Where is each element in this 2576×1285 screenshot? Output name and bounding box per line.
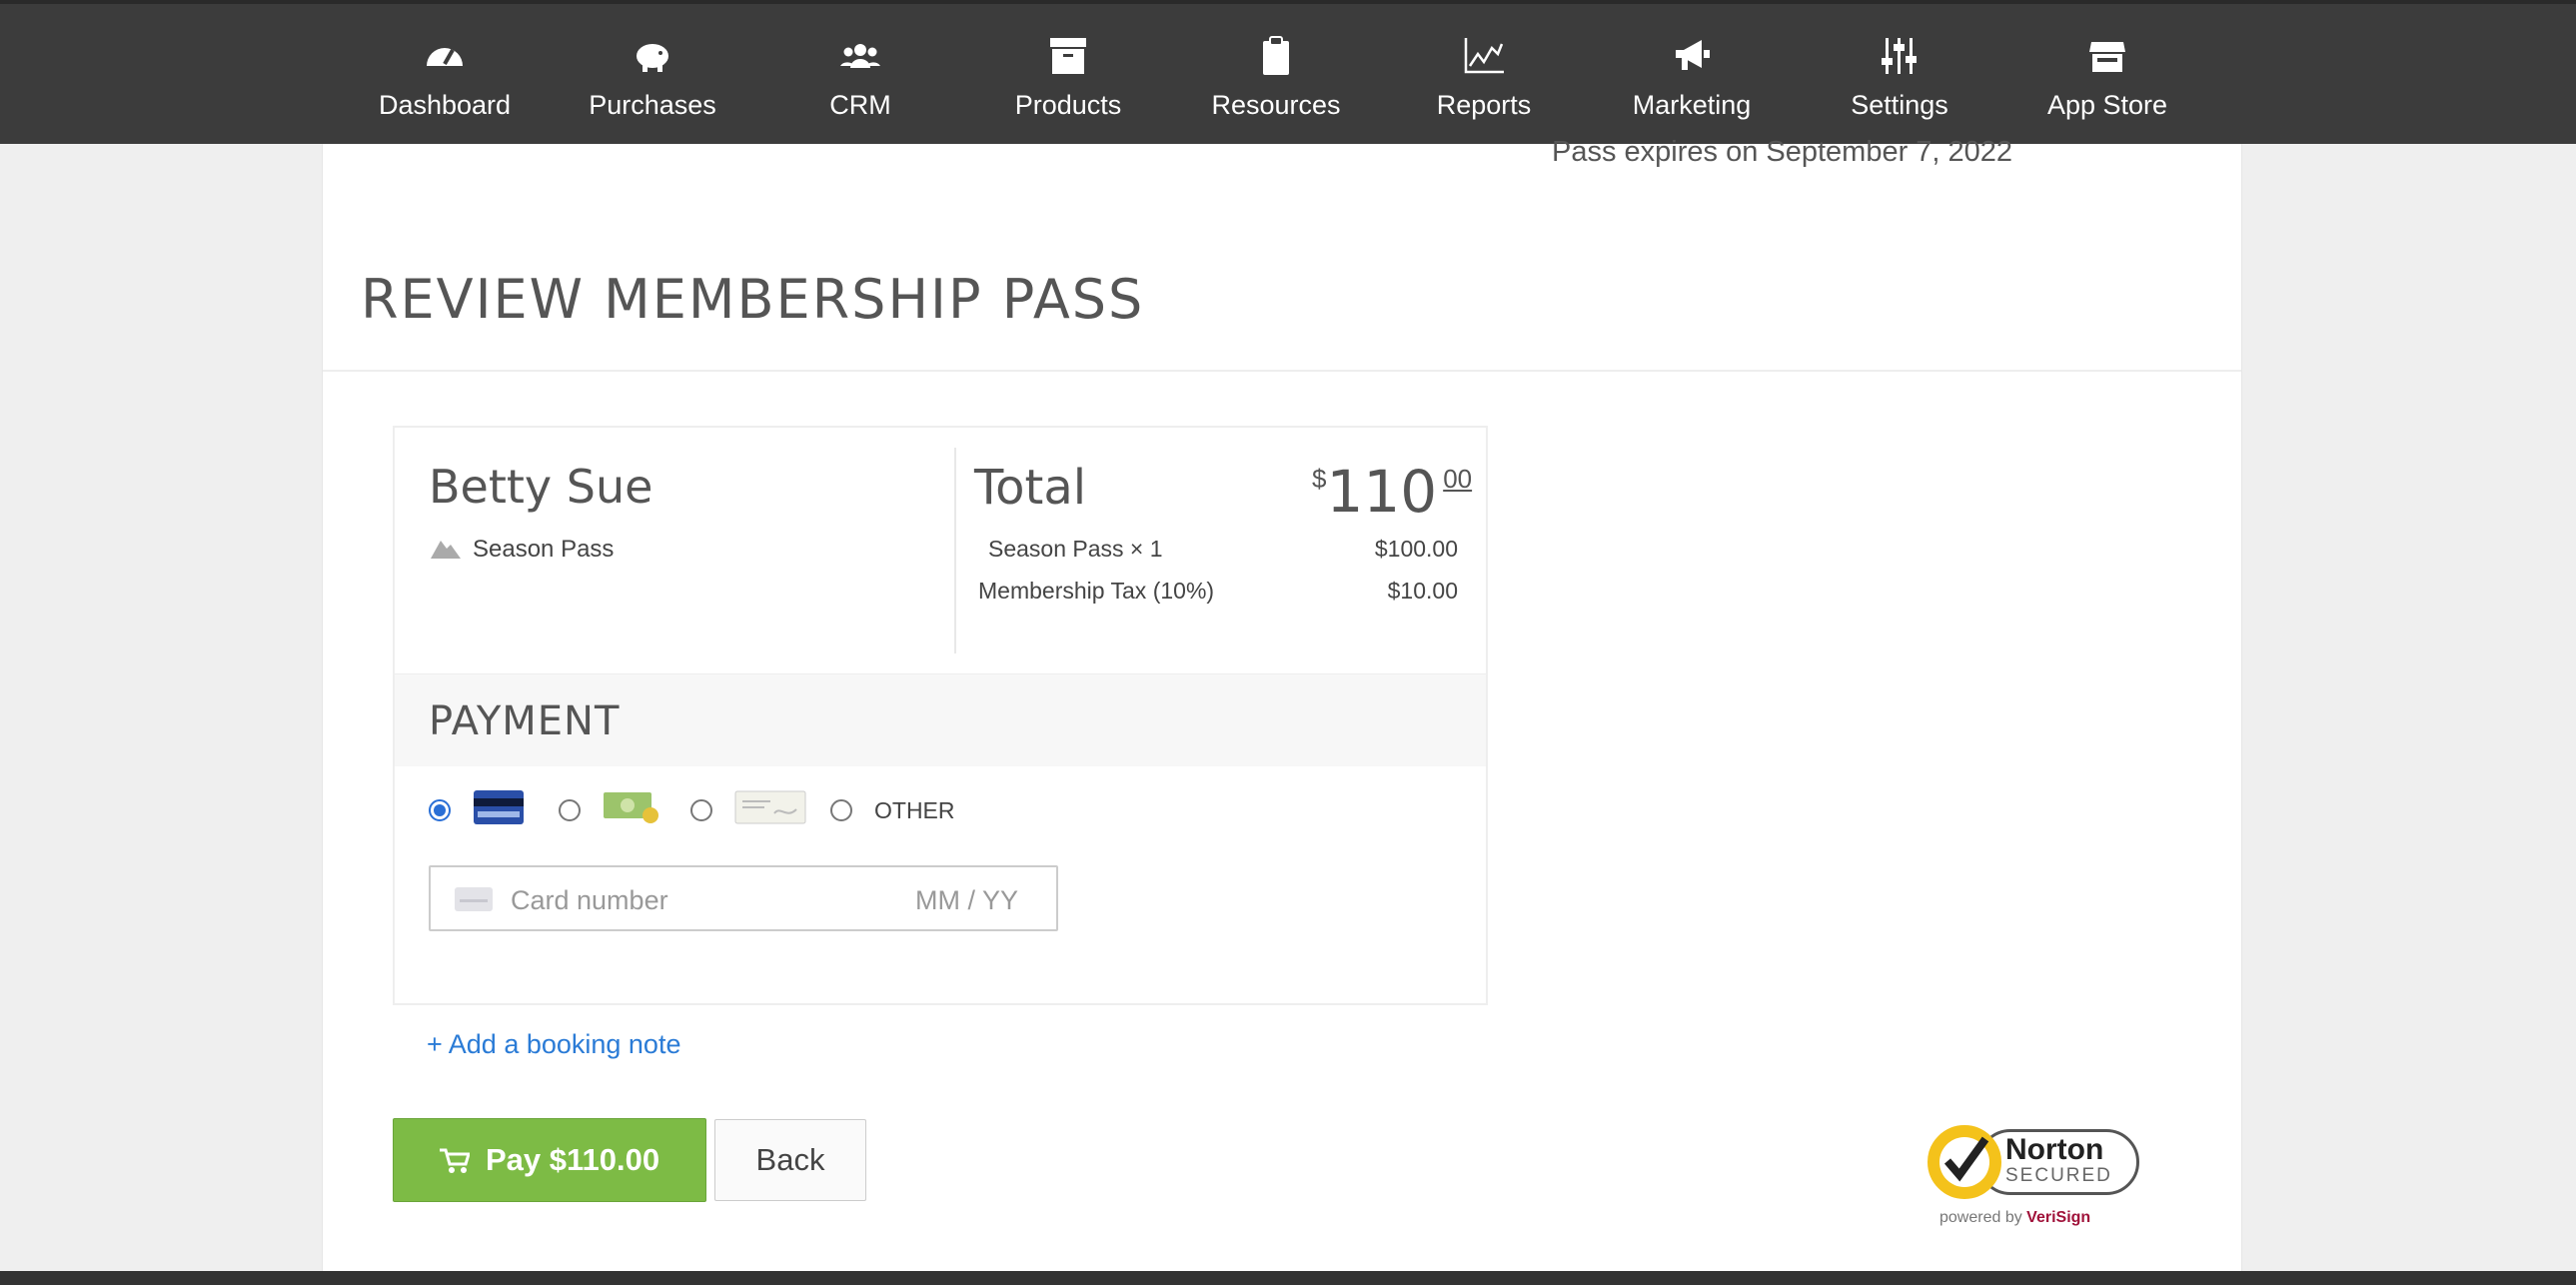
payment-method-card-radio[interactable] [429, 799, 451, 821]
line-item-amount: $100.00 [1374, 536, 1458, 562]
currency-symbol: $ [1312, 464, 1327, 494]
nav-label: Products [1014, 90, 1122, 120]
nav-label: Purchases [589, 90, 716, 120]
people-icon [760, 34, 960, 82]
nav-item-app-store[interactable]: App Store [2007, 34, 2207, 121]
card-number-field[interactable]: Card number MM / YY [429, 865, 1058, 931]
line-item-amount: $10.00 [1387, 578, 1458, 604]
pass-item: Season Pass [431, 536, 614, 564]
line-item-label: Membership Tax (10%) [978, 578, 1215, 604]
nav-label: CRM [829, 90, 891, 120]
nav-item-crm[interactable]: CRM [760, 34, 960, 121]
line-chart-icon [1384, 34, 1584, 82]
total-integer: 110 [1326, 458, 1438, 526]
mountain-icon [431, 541, 461, 559]
total-label: Total [974, 460, 1087, 516]
total-cents: 00 [1443, 464, 1473, 494]
payment-header: PAYMENT [395, 673, 1486, 766]
dashboard-gauge-icon [345, 34, 545, 82]
payment-method-other-radio[interactable] [830, 799, 852, 821]
megaphone-icon [1592, 34, 1792, 82]
nav-label: Settings [1851, 90, 1948, 120]
piggy-bank-icon [553, 34, 752, 82]
divider [323, 370, 2241, 372]
card-number-placeholder[interactable]: Card number [511, 885, 668, 916]
nav-label: Marketing [1632, 90, 1752, 120]
nav-item-resources[interactable]: Resources [1176, 34, 1376, 121]
payment-method-other-label[interactable]: OTHER [874, 797, 955, 824]
pay-button-label: Pay $110.00 [485, 1142, 660, 1177]
back-button[interactable]: Back [714, 1119, 866, 1201]
nav-label: Dashboard [378, 90, 512, 120]
powered-by-line: powered by VeriSign [1939, 1209, 2090, 1227]
checkmark-icon [1943, 1136, 1989, 1182]
clipboard-icon [1176, 34, 1376, 82]
customer-name: Betty Sue [429, 460, 653, 514]
norton-secured-badge: Norton SECURED powered by VeriSign [1928, 1119, 2147, 1231]
nav-item-purchases[interactable]: Purchases [553, 34, 752, 121]
payment-method-check-radio[interactable] [690, 799, 712, 821]
nav-label: Resources [1211, 90, 1341, 120]
review-summary-box: Betty Sue Season Pass Total $110 00 Seaso… [393, 426, 1488, 1005]
powered-by-text: powered by [1939, 1209, 2022, 1226]
page-card: Pass expires on September 7, 2022 REVIEW… [322, 136, 2242, 1285]
nav-item-marketing[interactable]: Marketing [1592, 34, 1792, 121]
divider [954, 448, 956, 653]
line-item: Season Pass × 1 $100.00 [988, 536, 1458, 563]
total-amount: $110 00 [1312, 458, 1472, 526]
check-icon[interactable] [734, 789, 806, 825]
norton-secured-text: SECURED [2005, 1165, 2112, 1186]
pass-expiry-text: Pass expires on September 7, 2022 [1552, 136, 2013, 168]
payment-title: PAYMENT [429, 698, 621, 744]
norton-brand: Norton [2005, 1133, 2104, 1166]
payment-method-cash-radio[interactable] [559, 799, 581, 821]
nav-item-dashboard[interactable]: Dashboard [345, 34, 545, 121]
nav-item-products[interactable]: Products [968, 34, 1168, 121]
nav-label: Reports [1436, 90, 1532, 120]
line-item: Membership Tax (10%) $10.00 [978, 578, 1458, 605]
verisign-text: VeriSign [2026, 1209, 2091, 1226]
nav-label: App Store [2046, 90, 2168, 120]
nav-item-settings[interactable]: Settings [1800, 34, 1999, 121]
sliders-icon [1800, 34, 1999, 82]
credit-card-icon[interactable] [473, 789, 525, 825]
top-navigation: Dashboard Purchases CRM Products Resourc… [0, 0, 2576, 144]
card-expiry-placeholder[interactable]: MM / YY [915, 885, 1018, 916]
line-item-label: Season Pass × 1 [988, 536, 1163, 562]
credit-card-placeholder-icon [455, 887, 493, 911]
cart-icon [439, 1148, 471, 1173]
pay-button[interactable]: Pay $110.00 [393, 1118, 706, 1202]
archive-box-icon [968, 34, 1168, 82]
cash-icon[interactable] [603, 789, 662, 825]
page-title: REVIEW MEMBERSHIP PASS [361, 268, 1145, 331]
storefront-icon [2007, 34, 2207, 82]
pass-name: Season Pass [473, 536, 615, 563]
nav-item-reports[interactable]: Reports [1384, 34, 1584, 121]
window-bottom-edge [0, 1271, 2576, 1285]
add-booking-note-link[interactable]: + Add a booking note [427, 1029, 680, 1060]
